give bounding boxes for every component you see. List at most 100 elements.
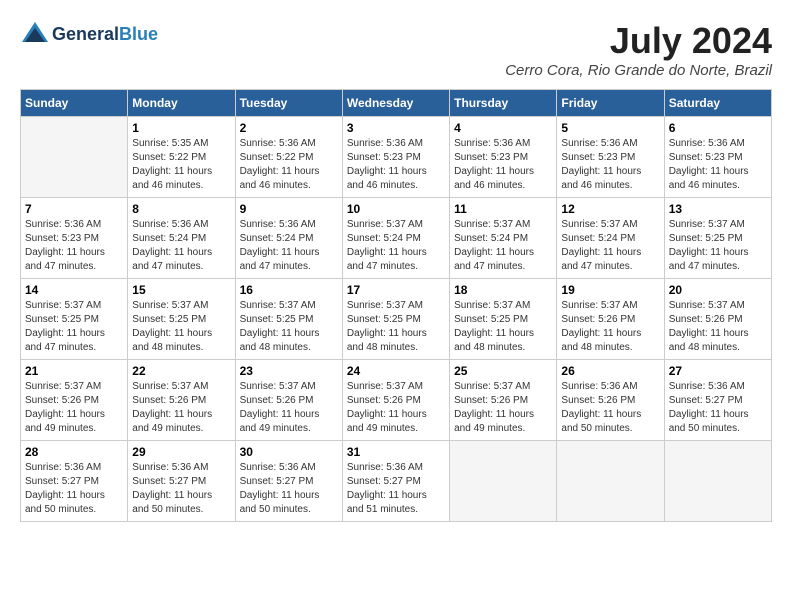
calendar-cell <box>21 117 128 198</box>
weekday-header-friday: Friday <box>557 90 664 117</box>
calendar-cell: 8Sunrise: 5:36 AMSunset: 5:24 PMDaylight… <box>128 198 235 279</box>
logo-text: GeneralBlue <box>52 25 158 45</box>
day-info: Sunrise: 5:37 AMSunset: 5:24 PMDaylight:… <box>454 218 552 274</box>
day-info: Sunrise: 5:36 AMSunset: 5:26 PMDaylight:… <box>561 380 659 436</box>
calendar-cell: 16Sunrise: 5:37 AMSunset: 5:25 PMDayligh… <box>235 279 342 360</box>
day-info: Sunrise: 5:36 AMSunset: 5:23 PMDaylight:… <box>347 137 445 193</box>
week-row-5: 28 Sunrise: 5:36 AMSunset: 5:27 PMDayligh… <box>21 441 772 522</box>
day-number: 4 <box>454 121 552 135</box>
calendar-cell: 1 Sunrise: 5:35 AMSunset: 5:22 PMDaylight… <box>128 117 235 198</box>
day-info: Sunrise: 5:36 AMSunset: 5:23 PMDaylight:… <box>669 137 767 193</box>
day-info: Sunrise: 5:37 AMSunset: 5:25 PMDaylight:… <box>669 218 767 274</box>
calendar-table: SundayMondayTuesdayWednesdayThursdayFrid… <box>20 89 772 522</box>
weekday-header-sunday: Sunday <box>21 90 128 117</box>
calendar-cell: 25 Sunrise: 5:37 AMSunset: 5:26 PMDayligh… <box>450 360 557 441</box>
page-header: GeneralBlue July 2024 Cerro Cora, Rio Gr… <box>20 20 772 79</box>
calendar-cell: 10 Sunrise: 5:37 AMSunset: 5:24 PMDayligh… <box>342 198 449 279</box>
day-number: 24 <box>347 364 445 378</box>
day-info: Sunrise: 5:37 AMSunset: 5:26 PMDaylight:… <box>25 380 123 436</box>
day-info: Sunrise: 5:35 AMSunset: 5:22 PMDaylight:… <box>132 137 230 193</box>
location: Cerro Cora, Rio Grande do Norte, Brazil <box>505 62 772 79</box>
day-number: 14 <box>25 283 123 297</box>
day-info: Sunrise: 5:36 AMSunset: 5:27 PMDaylight:… <box>347 461 445 517</box>
day-info: Sunrise: 5:37 AMSunset: 5:26 PMDaylight:… <box>240 380 338 436</box>
day-number: 17 <box>347 283 445 297</box>
day-info: Sunrise: 5:36 AMSunset: 5:27 PMDaylight:… <box>240 461 338 517</box>
day-number: 29 <box>132 445 230 459</box>
day-info: Sunrise: 5:37 AMSunset: 5:26 PMDaylight:… <box>347 380 445 436</box>
day-number: 15 <box>132 283 230 297</box>
day-info: Sunrise: 5:36 AMSunset: 5:23 PMDaylight:… <box>25 218 123 274</box>
day-number: 6 <box>669 121 767 135</box>
calendar-cell: 27 Sunrise: 5:36 AMSunset: 5:27 PMDayligh… <box>664 360 771 441</box>
calendar-cell: 23Sunrise: 5:37 AMSunset: 5:26 PMDayligh… <box>235 360 342 441</box>
day-info: Sunrise: 5:36 AMSunset: 5:27 PMDaylight:… <box>669 380 767 436</box>
day-number: 10 <box>347 202 445 216</box>
day-info: Sunrise: 5:36 AMSunset: 5:27 PMDaylight:… <box>132 461 230 517</box>
day-number: 8 <box>132 202 230 216</box>
day-number: 27 <box>669 364 767 378</box>
calendar-cell: 18Sunrise: 5:37 AMSunset: 5:25 PMDayligh… <box>450 279 557 360</box>
day-number: 31 <box>347 445 445 459</box>
weekday-header-saturday: Saturday <box>664 90 771 117</box>
day-number: 30 <box>240 445 338 459</box>
day-info: Sunrise: 5:37 AMSunset: 5:26 PMDaylight:… <box>454 380 552 436</box>
day-info: Sunrise: 5:36 AMSunset: 5:24 PMDaylight:… <box>240 218 338 274</box>
month-title: July 2024 <box>505 20 772 62</box>
calendar-cell: 7 Sunrise: 5:36 AMSunset: 5:23 PMDaylight… <box>21 198 128 279</box>
calendar-cell: 30 Sunrise: 5:36 AMSunset: 5:27 PMDayligh… <box>235 441 342 522</box>
day-number: 18 <box>454 283 552 297</box>
weekday-header-tuesday: Tuesday <box>235 90 342 117</box>
day-info: Sunrise: 5:37 AMSunset: 5:25 PMDaylight:… <box>132 299 230 355</box>
day-info: Sunrise: 5:37 AMSunset: 5:24 PMDaylight:… <box>347 218 445 274</box>
day-number: 19 <box>561 283 659 297</box>
day-info: Sunrise: 5:37 AMSunset: 5:26 PMDaylight:… <box>561 299 659 355</box>
calendar-cell: 17Sunrise: 5:37 AMSunset: 5:25 PMDayligh… <box>342 279 449 360</box>
calendar-cell <box>450 441 557 522</box>
logo: GeneralBlue <box>20 20 158 50</box>
calendar-cell: 28 Sunrise: 5:36 AMSunset: 5:27 PMDayligh… <box>21 441 128 522</box>
day-info: Sunrise: 5:37 AMSunset: 5:26 PMDaylight:… <box>132 380 230 436</box>
day-info: Sunrise: 5:36 AMSunset: 5:27 PMDaylight:… <box>25 461 123 517</box>
calendar-cell: 11Sunrise: 5:37 AMSunset: 5:24 PMDayligh… <box>450 198 557 279</box>
day-info: Sunrise: 5:37 AMSunset: 5:25 PMDaylight:… <box>25 299 123 355</box>
calendar-cell: 29 Sunrise: 5:36 AMSunset: 5:27 PMDayligh… <box>128 441 235 522</box>
calendar-cell: 14 Sunrise: 5:37 AMSunset: 5:25 PMDayligh… <box>21 279 128 360</box>
calendar-cell: 3Sunrise: 5:36 AMSunset: 5:23 PMDaylight… <box>342 117 449 198</box>
day-number: 1 <box>132 121 230 135</box>
day-number: 5 <box>561 121 659 135</box>
calendar-cell: 2 Sunrise: 5:36 AMSunset: 5:22 PMDaylight… <box>235 117 342 198</box>
calendar-cell <box>664 441 771 522</box>
day-info: Sunrise: 5:36 AMSunset: 5:22 PMDaylight:… <box>240 137 338 193</box>
day-number: 7 <box>25 202 123 216</box>
calendar-cell: 20Sunrise: 5:37 AMSunset: 5:26 PMDayligh… <box>664 279 771 360</box>
day-number: 2 <box>240 121 338 135</box>
day-number: 21 <box>25 364 123 378</box>
day-info: Sunrise: 5:37 AMSunset: 5:25 PMDaylight:… <box>240 299 338 355</box>
calendar-cell: 21 Sunrise: 5:37 AMSunset: 5:26 PMDayligh… <box>21 360 128 441</box>
day-info: Sunrise: 5:37 AMSunset: 5:24 PMDaylight:… <box>561 218 659 274</box>
calendar-cell <box>557 441 664 522</box>
calendar-cell: 12 Sunrise: 5:37 AMSunset: 5:24 PMDayligh… <box>557 198 664 279</box>
day-number: 13 <box>669 202 767 216</box>
weekday-header-wednesday: Wednesday <box>342 90 449 117</box>
day-number: 28 <box>25 445 123 459</box>
calendar-cell: 26 Sunrise: 5:36 AMSunset: 5:26 PMDayligh… <box>557 360 664 441</box>
week-row-4: 21 Sunrise: 5:37 AMSunset: 5:26 PMDayligh… <box>21 360 772 441</box>
weekday-header-row: SundayMondayTuesdayWednesdayThursdayFrid… <box>21 90 772 117</box>
day-number: 9 <box>240 202 338 216</box>
weekday-header-monday: Monday <box>128 90 235 117</box>
day-info: Sunrise: 5:37 AMSunset: 5:26 PMDaylight:… <box>669 299 767 355</box>
day-number: 12 <box>561 202 659 216</box>
calendar-cell: 31 Sunrise: 5:36 AMSunset: 5:27 PMDayligh… <box>342 441 449 522</box>
week-row-1: 1 Sunrise: 5:35 AMSunset: 5:22 PMDaylight… <box>21 117 772 198</box>
weekday-header-thursday: Thursday <box>450 90 557 117</box>
day-info: Sunrise: 5:36 AMSunset: 5:23 PMDaylight:… <box>454 137 552 193</box>
calendar-cell: 24 Sunrise: 5:37 AMSunset: 5:26 PMDayligh… <box>342 360 449 441</box>
day-number: 25 <box>454 364 552 378</box>
calendar-cell: 9 Sunrise: 5:36 AMSunset: 5:24 PMDaylight… <box>235 198 342 279</box>
week-row-2: 7 Sunrise: 5:36 AMSunset: 5:23 PMDaylight… <box>21 198 772 279</box>
day-number: 26 <box>561 364 659 378</box>
calendar-cell: 13 Sunrise: 5:37 AMSunset: 5:25 PMDayligh… <box>664 198 771 279</box>
calendar-cell: 6 Sunrise: 5:36 AMSunset: 5:23 PMDaylight… <box>664 117 771 198</box>
